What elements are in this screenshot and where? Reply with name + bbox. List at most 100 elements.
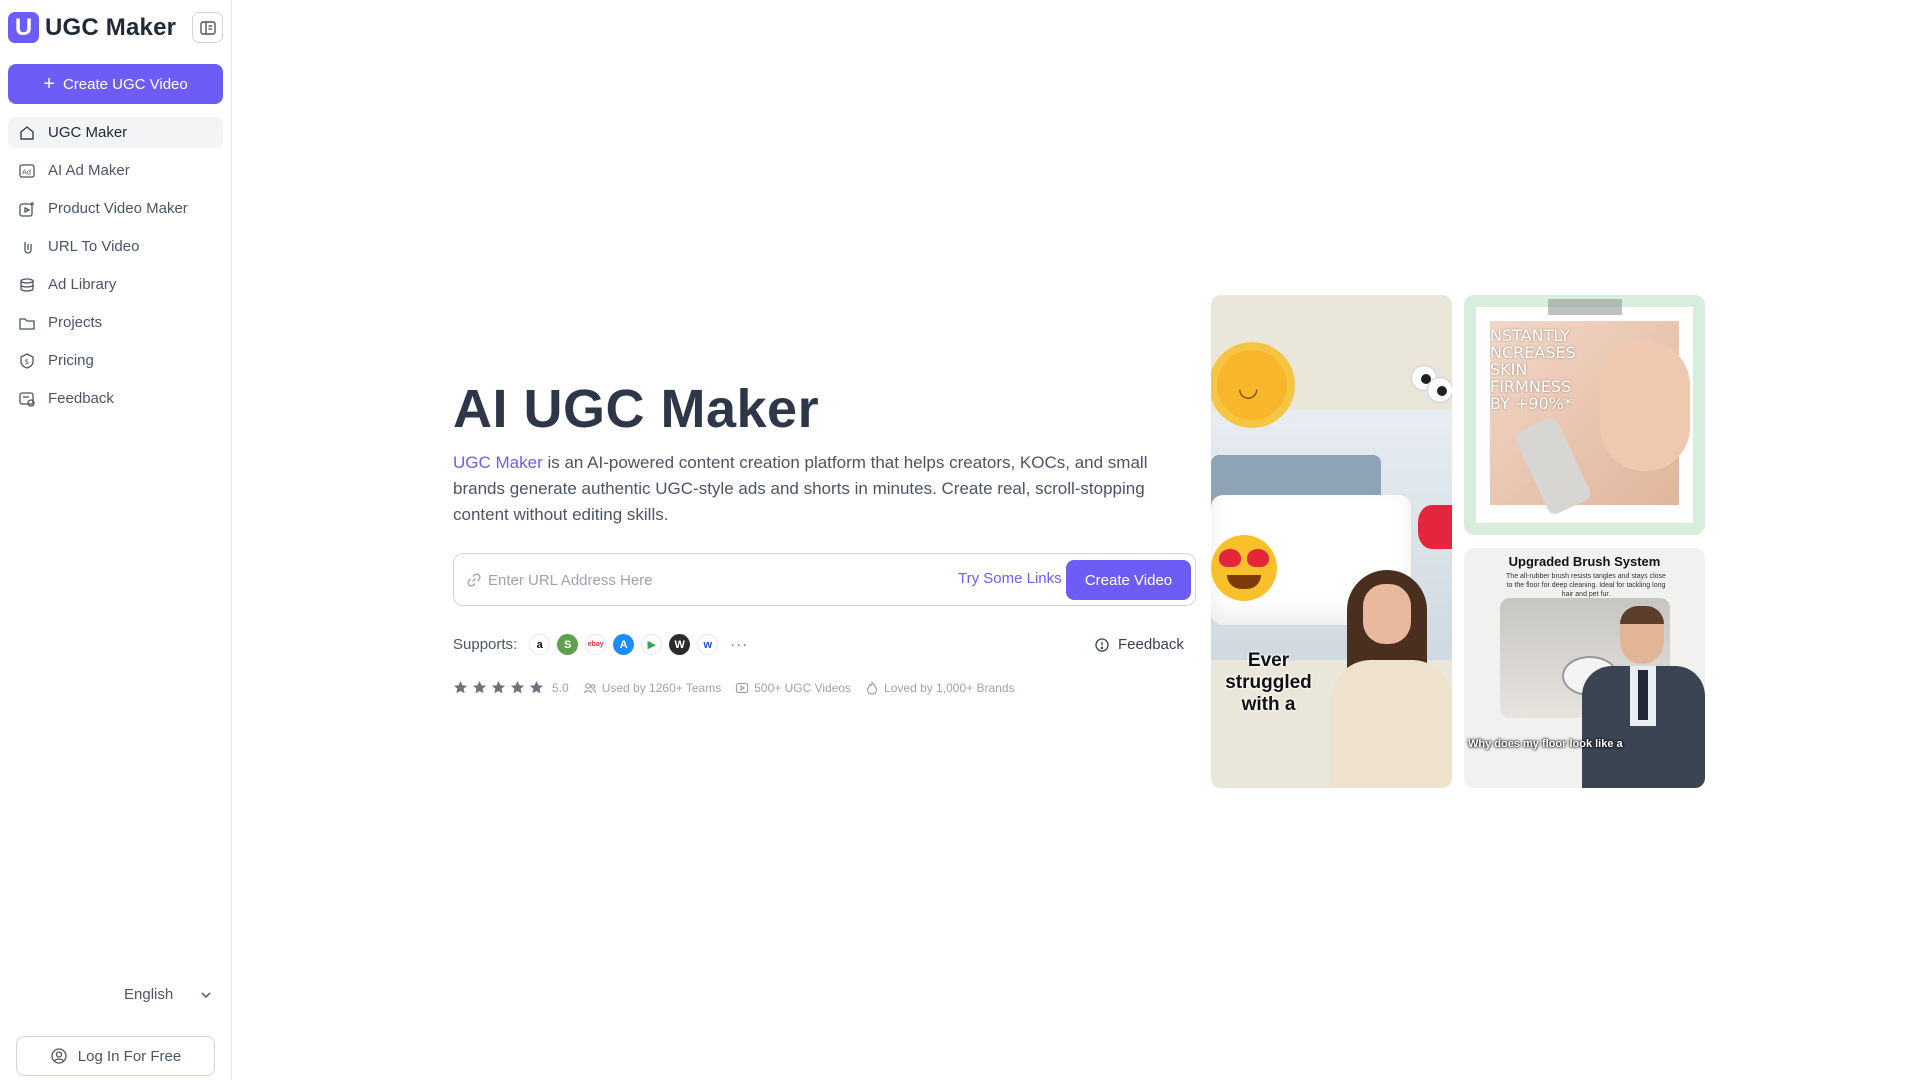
- videos-label: 500+ UGC Videos: [754, 680, 852, 695]
- brand[interactable]: U UGC Maker: [8, 12, 176, 43]
- supported-platforms: Supports: a Sebay A ▶ Ww ···: [453, 634, 748, 655]
- sidebar-item-url-to-video[interactable]: URL To Video: [8, 231, 223, 262]
- pajamas: [1331, 660, 1452, 788]
- pricing-icon: $: [20, 352, 34, 369]
- walmart-icon: w: [697, 634, 719, 655]
- star-icon: [530, 681, 543, 694]
- star-icon: [473, 681, 486, 694]
- sidebar-item-label: Ad Library: [48, 276, 117, 293]
- sidebar-item-label: URL To Video: [48, 238, 140, 255]
- plus-icon: +: [43, 73, 55, 95]
- platform-icons: a Sebay A ▶ Ww: [529, 634, 719, 655]
- ugc-maker-link[interactable]: UGC Maker: [453, 453, 543, 472]
- sidebar-item-label: Projects: [48, 314, 103, 331]
- create-video-button[interactable]: Create Video: [1066, 560, 1191, 600]
- sidebar-item-label: UGC Maker: [48, 124, 128, 141]
- ad-icon: Ad: [19, 163, 35, 178]
- url-input[interactable]: [488, 567, 908, 593]
- sidebar-item-pricing[interactable]: $ Pricing: [8, 345, 223, 376]
- presenter-woman: [1331, 570, 1452, 788]
- ugc-example-bedding[interactable]: ◡ Ever struggled with a: [1211, 295, 1452, 788]
- tape: [1548, 299, 1622, 315]
- language-select[interactable]: English: [124, 986, 213, 1003]
- amazon-icon: a: [529, 634, 551, 655]
- rating-value: 5.0: [552, 680, 569, 695]
- emoji-mouth: [1227, 575, 1261, 589]
- card-caption: Ever struggled with a: [1225, 650, 1312, 715]
- folder-icon: [19, 317, 35, 330]
- presenter-man: [1582, 606, 1705, 788]
- sidebar-item-ad-library[interactable]: Ad Library: [8, 269, 223, 300]
- create-ugc-video-label: Create UGC Video: [62, 75, 188, 93]
- hair: [1620, 606, 1664, 624]
- link-icon: [467, 573, 481, 587]
- card-subtitle: The all-rubber brush resists tangles and…: [1506, 573, 1666, 598]
- tie: [1638, 670, 1648, 720]
- used-by-label: Used by 1260+ Teams: [601, 680, 722, 695]
- sidebar-item-projects[interactable]: Projects: [8, 307, 223, 338]
- used-by-stat: Used by 1260+ Teams: [583, 680, 722, 695]
- create-ugc-video-button[interactable]: + Create UGC Video: [8, 64, 223, 104]
- collapse-sidebar-button[interactable]: [192, 12, 223, 43]
- feedback-button[interactable]: Feedback: [1094, 636, 1184, 653]
- sidebar-item-ai-ad-maker[interactable]: Ad AI Ad Maker: [8, 155, 223, 186]
- googly-eye-icon: [1427, 377, 1452, 403]
- google-play-icon: ▶: [641, 634, 663, 655]
- card-title: Upgraded Brush System: [1508, 554, 1661, 569]
- ugc-example-robot-vacuum[interactable]: Upgraded Brush System The all-rubber bru…: [1464, 548, 1705, 788]
- loved-by-label: Loved by 1,000+ Brands: [884, 680, 1015, 695]
- home-icon: [20, 125, 34, 140]
- card-caption: NSTANTLY NCREASES SKIN FIRMNESS BY +90%*: [1490, 326, 1576, 413]
- model-face: [1600, 341, 1690, 471]
- url-input-bar: Try Some Links Create Video: [453, 553, 1196, 606]
- sidebar-item-ugc-maker[interactable]: UGC Maker: [8, 117, 223, 148]
- sidebar-nav: UGC Maker Ad AI Ad Maker Product Video M…: [8, 117, 223, 421]
- app-store-icon: A: [613, 634, 635, 655]
- sidebar-item-label: AI Ad Maker: [48, 162, 130, 179]
- heart-eye: [1247, 549, 1269, 567]
- product-bottle: [1513, 415, 1593, 517]
- library-icon: [20, 277, 34, 292]
- rating-stars: [453, 680, 544, 695]
- language-label: English: [124, 986, 174, 1003]
- svg-text:Ad: Ad: [22, 168, 31, 176]
- brand-logo: U: [8, 12, 39, 43]
- sidebar: U UGC Maker + Create UGC Video UGC Maker…: [0, 0, 232, 1080]
- users-icon: [583, 682, 596, 693]
- wordpress-icon: W: [669, 634, 691, 655]
- user-icon: [51, 1048, 67, 1064]
- card-caption: Why does my floor look like a: [1468, 738, 1623, 750]
- ugc-example-skincare[interactable]: NSTANTLY NCREASES SKIN FIRMNESS BY +90%*: [1464, 295, 1705, 535]
- red-heart-icon: [1418, 505, 1452, 549]
- more-platforms-icon[interactable]: ···: [730, 636, 748, 653]
- product-video-icon: [19, 201, 34, 217]
- video-icon: [736, 682, 749, 693]
- sidebar-item-product-video-maker[interactable]: Product Video Maker: [8, 193, 223, 224]
- chevron-down-icon: [201, 991, 211, 998]
- videos-stat: 500+ UGC Videos: [735, 681, 851, 695]
- supports-label: Supports:: [453, 636, 518, 653]
- ebay-icon: ebay: [585, 634, 607, 655]
- sidebar-item-label: Feedback: [48, 390, 114, 407]
- sun-face: ◡: [1239, 375, 1258, 402]
- sidebar-item-feedback[interactable]: Feedback: [8, 383, 223, 414]
- brand-name: UGC Maker: [45, 13, 177, 41]
- heart-eye: [1219, 549, 1241, 567]
- description-text: is an AI-powered content creation platfo…: [453, 453, 1148, 524]
- sun-emoji-icon: ◡: [1217, 350, 1287, 420]
- svg-text:$: $: [25, 358, 29, 366]
- shopify-icon: S: [557, 634, 579, 655]
- page-title: AI UGC Maker: [453, 379, 820, 439]
- login-button[interactable]: Log In For Free: [16, 1036, 215, 1076]
- feedback-bubble-icon: [1095, 637, 1109, 652]
- star-icon: [492, 681, 505, 694]
- hero-description: UGC Maker is an AI-powered content creat…: [453, 450, 1203, 528]
- flame-icon: [866, 680, 878, 695]
- face: [1363, 584, 1411, 644]
- sidebar-toggle-icon: [199, 20, 216, 35]
- star-icon: [454, 681, 467, 694]
- try-some-links-button[interactable]: Try Some Links: [958, 570, 1062, 587]
- sidebar-item-label: Pricing: [48, 352, 94, 369]
- star-icon: [511, 681, 524, 694]
- feedback-label: Feedback: [1118, 636, 1184, 653]
